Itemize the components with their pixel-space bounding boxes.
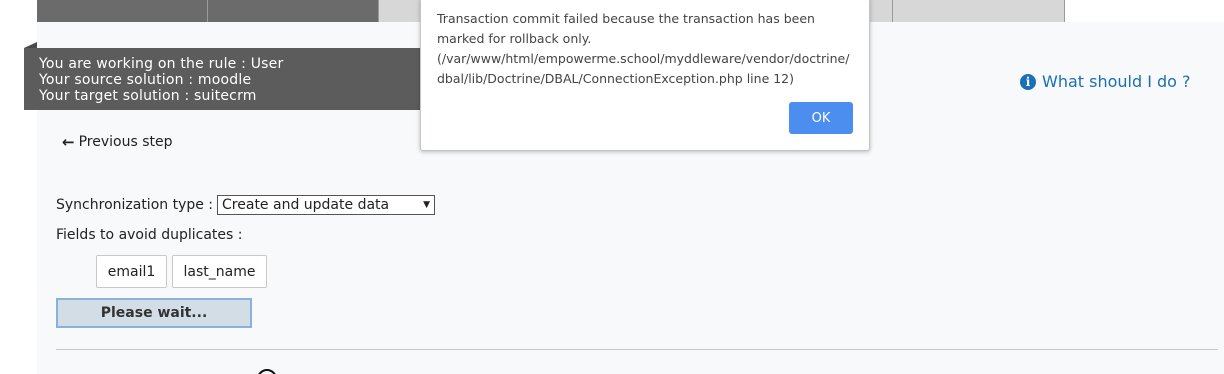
arrow-left-icon: ←: [62, 133, 75, 151]
ok-button[interactable]: OK: [789, 102, 853, 134]
error-dialog: Transaction commit failed because the tr…: [420, 0, 870, 151]
duplicates-label: Fields to avoid duplicates :: [56, 227, 243, 243]
duplicate-field-email1[interactable]: email1: [96, 255, 167, 288]
rule-info-box: You are working on the rule : User Your …: [24, 48, 424, 110]
sync-type-row: Synchronization type : Create and update…: [56, 195, 436, 215]
chevron-down-icon: ▼: [423, 200, 431, 210]
section-divider: [56, 349, 1218, 350]
step-tab-1[interactable]: [37, 0, 208, 22]
info-circle-icon: i: [1020, 73, 1036, 90]
header-spacer: [1065, 0, 1224, 22]
rule-name-text: You are working on the rule : User: [39, 56, 284, 72]
target-solution-text: Your target solution : suitecrm: [39, 88, 257, 104]
sync-type-value: Create and update data: [222, 197, 390, 213]
sync-type-label: Synchronization type :: [56, 197, 214, 213]
step-tab-6[interactable]: [893, 0, 1065, 22]
source-solution-text: Your source solution : moodle: [39, 72, 252, 88]
help-link[interactable]: i What should I do ?: [1020, 72, 1191, 91]
previous-step-label: Previous step: [78, 134, 173, 150]
page: You are working on the rule : User Your …: [0, 0, 1224, 374]
error-message: Transaction commit failed because the tr…: [437, 11, 850, 86]
previous-step-link[interactable]: ← Previous step: [62, 134, 172, 150]
duplicate-field-last-name[interactable]: last_name: [172, 255, 267, 288]
sync-type-select[interactable]: Create and update data ▼: [217, 195, 436, 215]
please-wait-button[interactable]: Please wait...: [56, 298, 252, 328]
help-link-label: What should I do ?: [1042, 72, 1191, 91]
step-tab-2[interactable]: [208, 0, 379, 22]
